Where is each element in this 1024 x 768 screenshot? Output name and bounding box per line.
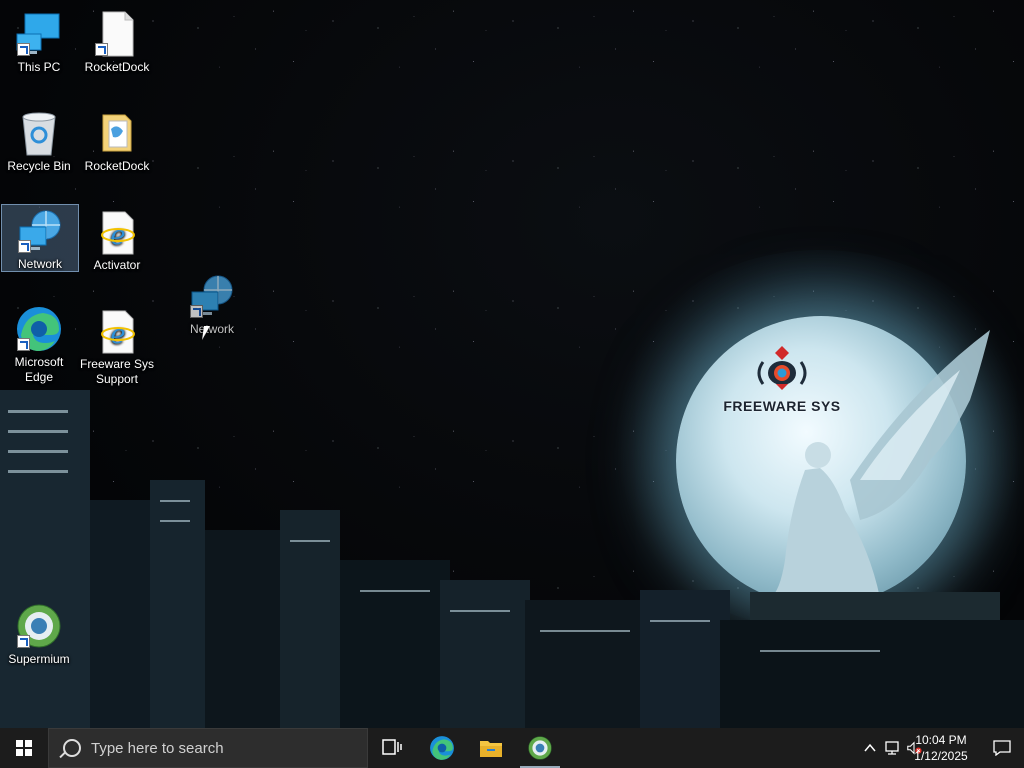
action-center-button[interactable]	[980, 728, 1024, 768]
network-icon	[16, 207, 64, 255]
taskbar-file-explorer-button[interactable]	[467, 728, 515, 768]
system-tray: 10:04 PM 1/12/2025	[824, 728, 1024, 768]
clock-date: 1/12/2025	[914, 749, 968, 763]
network-status-icon[interactable]	[884, 740, 900, 756]
icon-label: Microsoft Edge	[14, 355, 64, 384]
internet-explorer-icon: e	[93, 307, 141, 355]
desktop-icon-rocketdock-folder[interactable]: RocketDock	[79, 107, 155, 174]
city-skyline	[0, 390, 1024, 728]
clock-time: 10:04 PM	[915, 733, 967, 747]
desktop-icon-activator[interactable]: e Activator	[79, 206, 155, 273]
icon-label: Freeware Sys Support	[79, 357, 155, 386]
folder-icon	[93, 109, 141, 157]
desktop-icon-network[interactable]: Network	[1, 204, 79, 272]
file-icon	[93, 10, 141, 58]
icon-label: RocketDock	[84, 60, 150, 74]
desktop-icon-this-pc[interactable]: This PC	[1, 8, 77, 75]
notification-icon	[993, 740, 1011, 756]
start-button[interactable]	[0, 728, 48, 768]
icon-label: Supermium	[8, 652, 70, 666]
computer-icon	[15, 10, 63, 58]
supermium-icon	[15, 602, 63, 650]
network-icon	[188, 272, 236, 320]
task-view-button[interactable]	[368, 728, 416, 768]
taskbar-edge-button[interactable]	[418, 728, 466, 768]
edge-icon	[15, 305, 63, 353]
taskbar: Type here to search 10:04 PM 1/12/2025	[0, 728, 1024, 768]
icon-label: This PC	[17, 60, 61, 74]
desktop-icon-microsoft-edge[interactable]: Microsoft Edge	[1, 303, 77, 385]
icon-label: Network	[17, 257, 62, 271]
desktop-icon-rocketdock[interactable]: RocketDock	[79, 8, 155, 75]
supermium-icon	[528, 736, 552, 760]
windows-logo-icon	[16, 740, 32, 756]
svg-text:e: e	[110, 221, 125, 251]
taskbar-supermium-button[interactable]	[516, 728, 564, 768]
search-box[interactable]: Type here to search	[48, 728, 368, 768]
internet-explorer-icon: e	[93, 208, 141, 256]
file-explorer-icon	[480, 741, 502, 757]
task-view-icon	[382, 739, 402, 755]
desktop-icon-recycle-bin[interactable]: Recycle Bin	[1, 107, 77, 174]
clock[interactable]: 10:04 PM 1/12/2025	[906, 732, 976, 764]
icon-label: Recycle Bin	[7, 159, 71, 173]
icon-label: RocketDock	[84, 159, 150, 173]
search-placeholder: Type here to search	[91, 739, 224, 757]
mouse-cursor-icon	[202, 326, 216, 340]
recycle-bin-icon	[15, 109, 63, 157]
icon-label: Activator	[93, 258, 141, 272]
desktop-icon-freeware-sys-support[interactable]: e Freeware Sys Support	[79, 305, 155, 387]
desktop-icon-supermium[interactable]: Supermium	[1, 600, 77, 667]
chevron-up-icon[interactable]	[862, 740, 878, 756]
search-icon	[63, 739, 81, 757]
svg-text:e: e	[110, 320, 125, 350]
edge-icon	[430, 736, 454, 760]
